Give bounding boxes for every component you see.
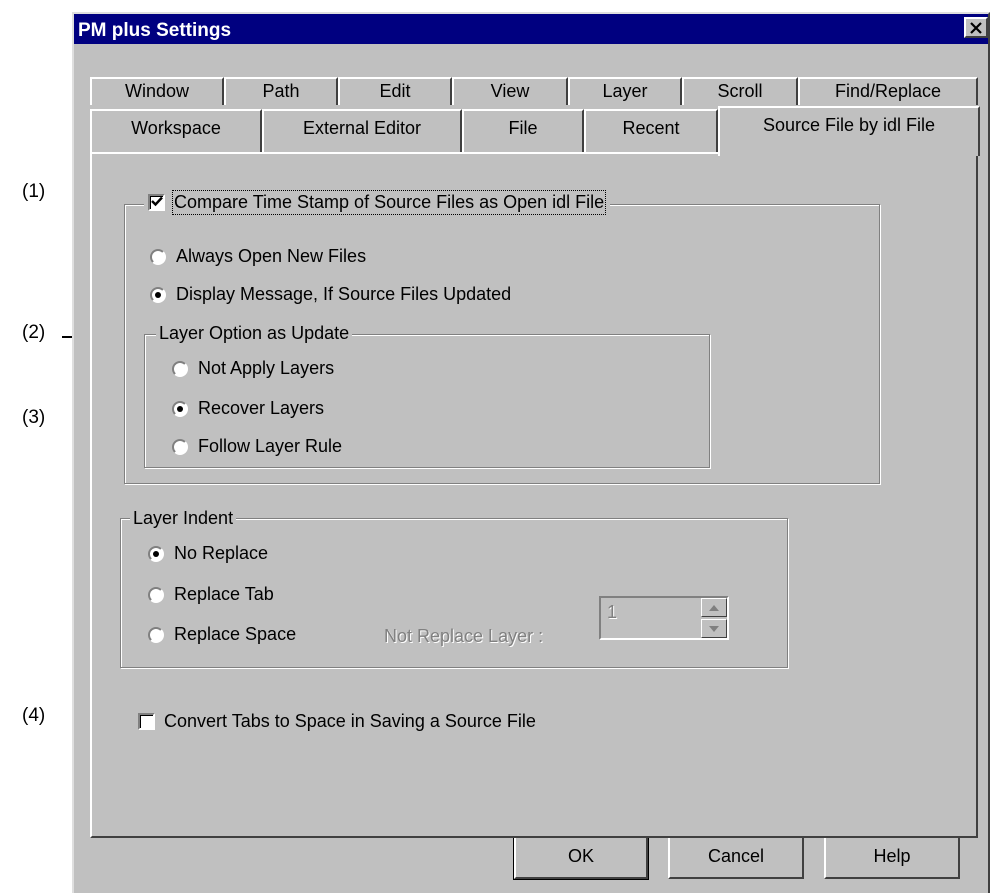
title-bar[interactable]: PM plus Settings — [74, 14, 988, 44]
tab-external-editor[interactable]: External Editor — [262, 109, 462, 153]
compare-checkbox-label: Compare Time Stamp of Source Files as Op… — [171, 190, 607, 215]
arrow-up-icon — [709, 604, 719, 611]
window-title: PM plus Settings — [78, 20, 232, 41]
tab-scroll[interactable]: Scroll — [682, 77, 798, 105]
radio-no-replace[interactable]: No Replace — [148, 543, 268, 564]
tab-file[interactable]: File — [462, 109, 584, 153]
annotation-2: (2) — [22, 322, 46, 343]
layer-option-group-title: Layer Option as Update — [156, 323, 353, 344]
compare-checkbox-row[interactable]: Compare Time Stamp of Source Files as Op… — [144, 190, 611, 215]
convert-tabs-checkbox-row[interactable]: Convert Tabs to Space in Saving a Source… — [138, 711, 536, 732]
layer-indent-group-title: Layer Indent — [130, 508, 237, 529]
tab-path[interactable]: Path — [224, 77, 338, 105]
radio-button[interactable] — [148, 586, 164, 603]
tab-find-replace[interactable]: Find/Replace — [798, 77, 978, 105]
radio-button[interactable] — [148, 626, 164, 643]
radio-recover-layers[interactable]: Recover Layers — [172, 398, 324, 419]
radio-button[interactable] — [172, 400, 188, 417]
annotation-1: (1) — [22, 181, 46, 202]
radio-button[interactable] — [150, 286, 166, 303]
radio-selected-dot — [177, 405, 183, 412]
tab-workspace[interactable]: Workspace — [90, 109, 262, 153]
radio-replace-tab[interactable]: Replace Tab — [148, 584, 274, 605]
radio-button[interactable] — [150, 248, 166, 265]
radio-label: Replace Tab — [174, 584, 274, 604]
close-icon — [970, 21, 982, 34]
tab-window[interactable]: Window — [90, 77, 224, 105]
radio-button[interactable] — [172, 438, 188, 455]
tab-source-file-by-idl-file[interactable]: Source File by idl File — [718, 106, 980, 156]
radio-label: Not Apply Layers — [198, 358, 335, 378]
radio-selected-dot — [153, 550, 159, 557]
convert-tabs-checkbox[interactable] — [138, 713, 155, 730]
tab-layer[interactable]: Layer — [568, 77, 682, 105]
spin-down-button[interactable] — [701, 619, 727, 638]
radio-label: Display Message, If Source Files Updated — [176, 284, 512, 304]
radio-follow-layer-rule[interactable]: Follow Layer Rule — [172, 436, 342, 457]
check-icon — [151, 196, 163, 207]
radio-label: No Replace — [174, 543, 269, 563]
radio-selected-dot — [155, 291, 161, 298]
arrow-down-icon — [709, 625, 719, 632]
not-replace-layer-spinner[interactable]: 1 — [599, 596, 729, 640]
radio-label: Always Open New Files — [176, 246, 367, 266]
close-button[interactable] — [964, 17, 988, 38]
radio-label: Follow Layer Rule — [198, 436, 343, 456]
help-button[interactable]: Help — [824, 834, 960, 879]
radio-replace-space[interactable]: Replace Space — [148, 624, 296, 645]
radio-button[interactable] — [148, 545, 164, 562]
annotation-4: (4) — [22, 705, 46, 726]
not-replace-layer-value: 1 — [607, 602, 618, 622]
ok-button[interactable]: OK — [514, 834, 648, 879]
tab-view[interactable]: View — [452, 77, 568, 105]
annotation-3: (3) — [22, 407, 46, 428]
spin-up-button[interactable] — [701, 598, 727, 617]
tab-recent[interactable]: Recent — [584, 109, 718, 153]
radio-not-apply-layers[interactable]: Not Apply Layers — [172, 358, 334, 379]
compare-checkbox[interactable] — [148, 194, 165, 211]
radio-label: Recover Layers — [198, 398, 325, 418]
radio-label: Replace Space — [174, 624, 297, 644]
radio-button[interactable] — [172, 360, 188, 377]
cancel-button[interactable]: Cancel — [668, 834, 804, 879]
not-replace-layer-label: Not Replace Layer : — [384, 626, 544, 646]
radio-display-message[interactable]: Display Message, If Source Files Updated — [150, 284, 511, 305]
radio-always-open-new-files[interactable]: Always Open New Files — [150, 246, 366, 267]
convert-tabs-checkbox-label: Convert Tabs to Space in Saving a Source… — [164, 711, 536, 731]
tab-edit[interactable]: Edit — [338, 77, 452, 105]
settings-dialog: PM plus Settings Window Path Edit View L… — [72, 12, 990, 893]
